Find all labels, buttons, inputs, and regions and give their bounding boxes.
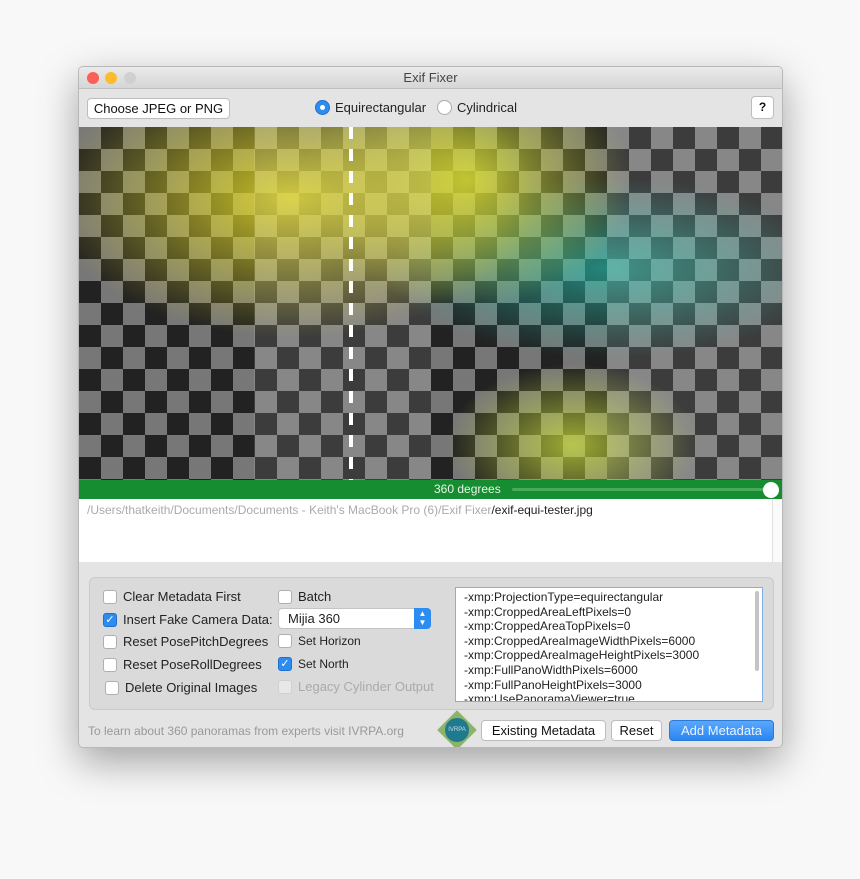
set-horizon-checkbox[interactable]: Set Horizon [278,634,361,648]
fake-camera-checkbox[interactable]: ✓ Insert Fake Camera Data: [103,612,273,627]
app-window: Exif Fixer Choose JPEG or PNG Equirectan… [78,66,783,748]
panorama-preview[interactable] [79,127,782,480]
window-title: Exif Fixer [403,70,458,85]
camera-select[interactable]: Mijia 360 ▲ ▼ [278,608,431,629]
batch-checkbox[interactable]: Batch [278,589,331,604]
checkmark-icon: ✓ [278,657,292,671]
clear-metadata-checkbox[interactable]: Clear Metadata First [103,589,241,604]
metadata-scrollbar[interactable] [755,591,759,671]
title-bar: Exif Fixer [79,67,782,89]
checkmark-icon: ✓ [103,612,117,627]
checkbox-icon [103,589,117,604]
checkbox-icon [103,634,117,649]
legacy-cylinder-checkbox: Legacy Cylinder Output [278,679,434,694]
reset-roll-checkbox[interactable]: Reset PoseRollDegrees [103,657,262,672]
degrees-slider-bar: 360 degrees [79,480,782,499]
ivrpa-info-text: To learn about 360 panoramas from expert… [88,724,404,738]
metadata-line: -xmp:CroppedAreaImageWidthPixels=6000 [464,633,696,648]
checkbox-icon [278,634,292,648]
north-marker-line[interactable] [349,127,353,480]
existing-metadata-button[interactable]: Existing Metadata [481,720,606,741]
file-path-field[interactable]: /Users/thatkeith/Documents/Documents - K… [79,499,772,562]
checkbox-icon [278,679,292,694]
close-button[interactable] [87,72,99,84]
metadata-line: -xmp:UsePanoramaViewer=true [464,692,635,702]
metadata-line: -xmp:CroppedAreaImageHeightPixels=3000 [464,648,700,663]
degrees-slider[interactable] [512,488,772,491]
reset-pitch-checkbox[interactable]: Reset PosePitchDegrees [103,634,268,649]
zoom-button[interactable] [124,72,136,84]
reset-button[interactable]: Reset [611,720,662,741]
metadata-line: -xmp:FullPanoHeightPixels=3000 [464,677,642,692]
radio-equirectangular[interactable]: Equirectangular [315,100,426,115]
radio-icon [437,100,452,115]
metadata-textarea[interactable]: -xmp:ProjectionType=equirectangular -xmp… [455,587,763,702]
slider-label: 360 degrees [434,482,501,496]
path-scrollbar[interactable] [772,499,782,562]
checkbox-icon [103,657,117,672]
path-filename: /exif-equi-tester.jpg [491,503,593,517]
delete-originals-checkbox[interactable]: Delete Original Images [105,680,257,695]
logo-text: IVRPA [445,718,469,742]
select-stepper-icon: ▲ ▼ [414,608,431,629]
metadata-line: -xmp:FullPanoWidthPixels=6000 [464,662,638,677]
slider-thumb[interactable] [763,482,779,498]
add-metadata-button[interactable]: Add Metadata [669,720,774,741]
camera-select-value: Mijia 360 [288,611,341,626]
minimize-button[interactable] [105,72,117,84]
metadata-line: -xmp:ProjectionType=equirectangular [464,590,664,604]
choose-file-button[interactable]: Choose JPEG or PNG [87,98,230,119]
checkbox-icon [278,589,292,604]
checkbox-icon [105,680,119,695]
help-button[interactable]: ? [751,96,774,119]
set-north-checkbox[interactable]: ✓ Set North [278,657,349,671]
radio-cylindrical[interactable]: Cylindrical [437,100,517,115]
overlay-band [607,127,782,480]
overlay-band [254,127,431,480]
metadata-line: -xmp:CroppedAreaTopPixels=0 [464,619,631,634]
metadata-line: -xmp:CroppedAreaLeftPixels=0 [464,604,632,619]
path-directory: /Users/thatkeith/Documents/Documents - K… [87,503,492,517]
ivrpa-logo[interactable]: IVRPA [437,710,477,747]
radio-icon [315,100,330,115]
